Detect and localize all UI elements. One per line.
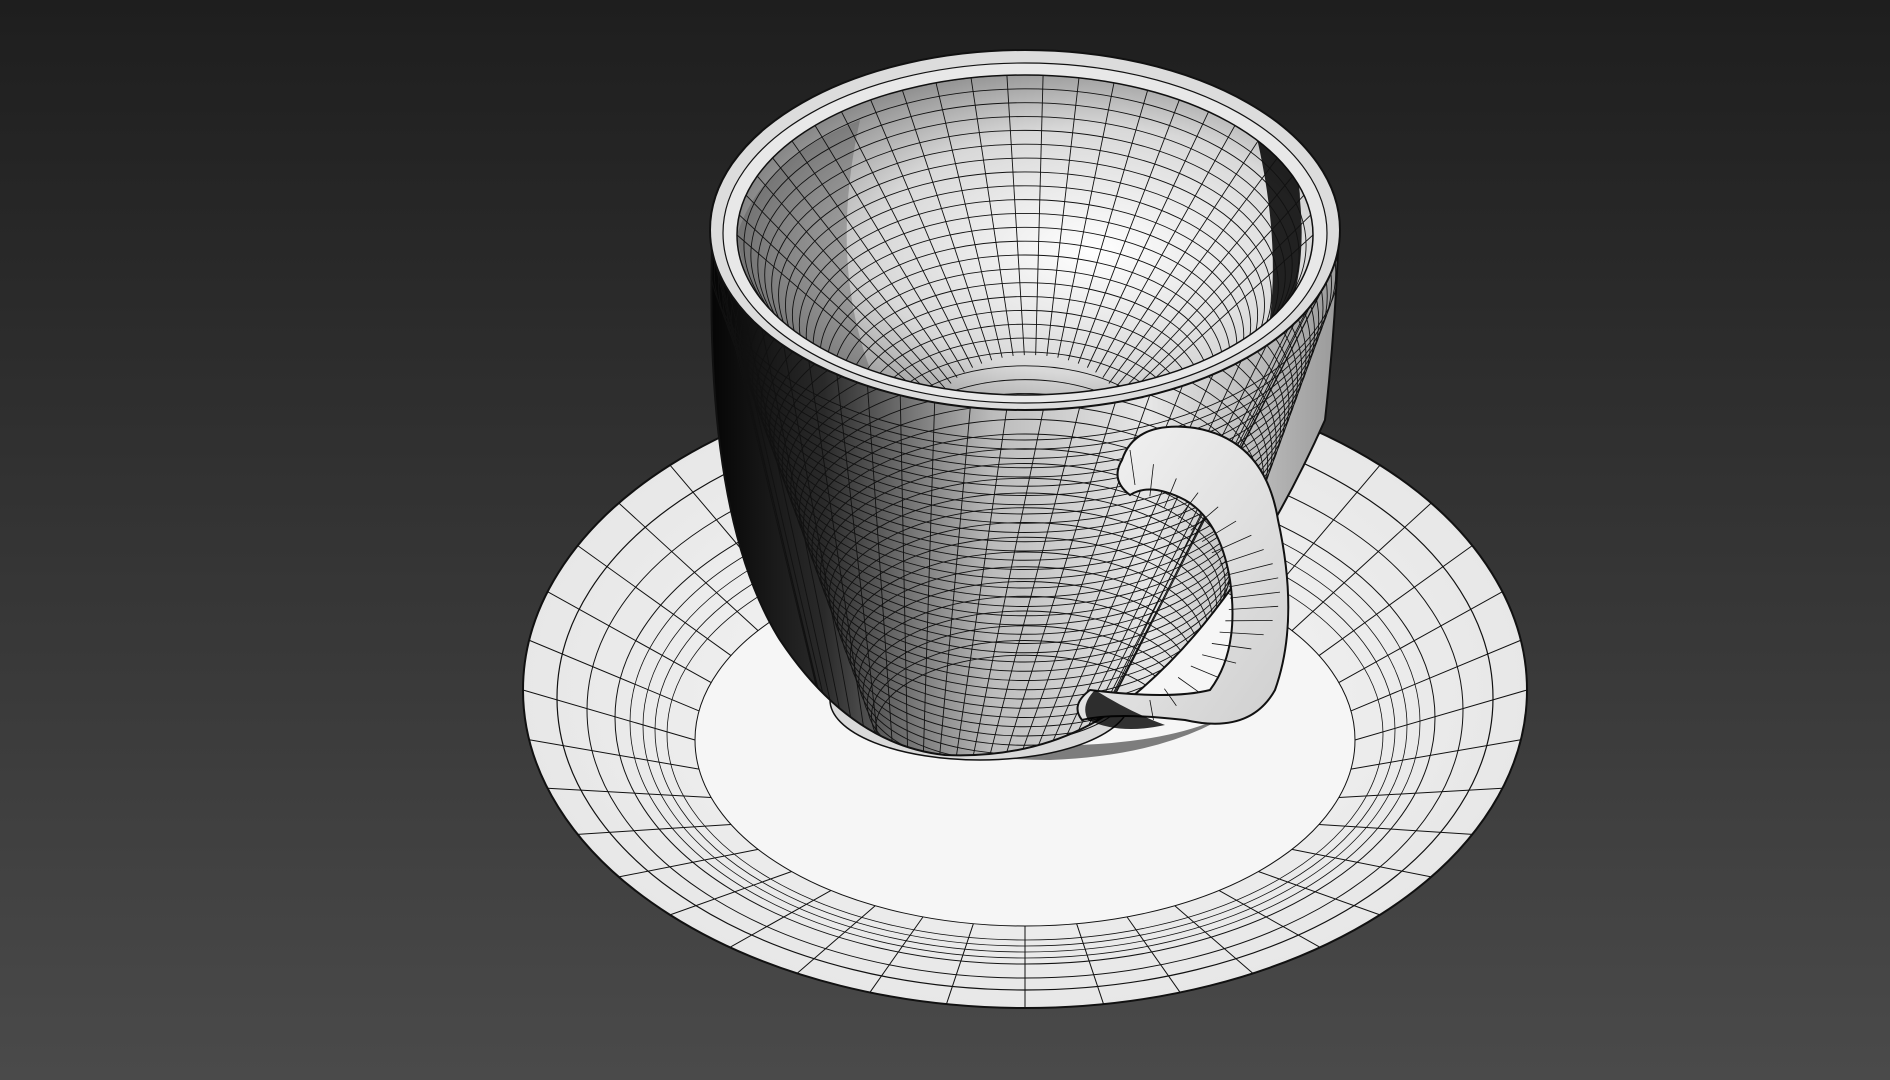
3d-viewport[interactable] (0, 0, 1890, 1080)
viewport-canvas[interactable] (0, 0, 1890, 1080)
